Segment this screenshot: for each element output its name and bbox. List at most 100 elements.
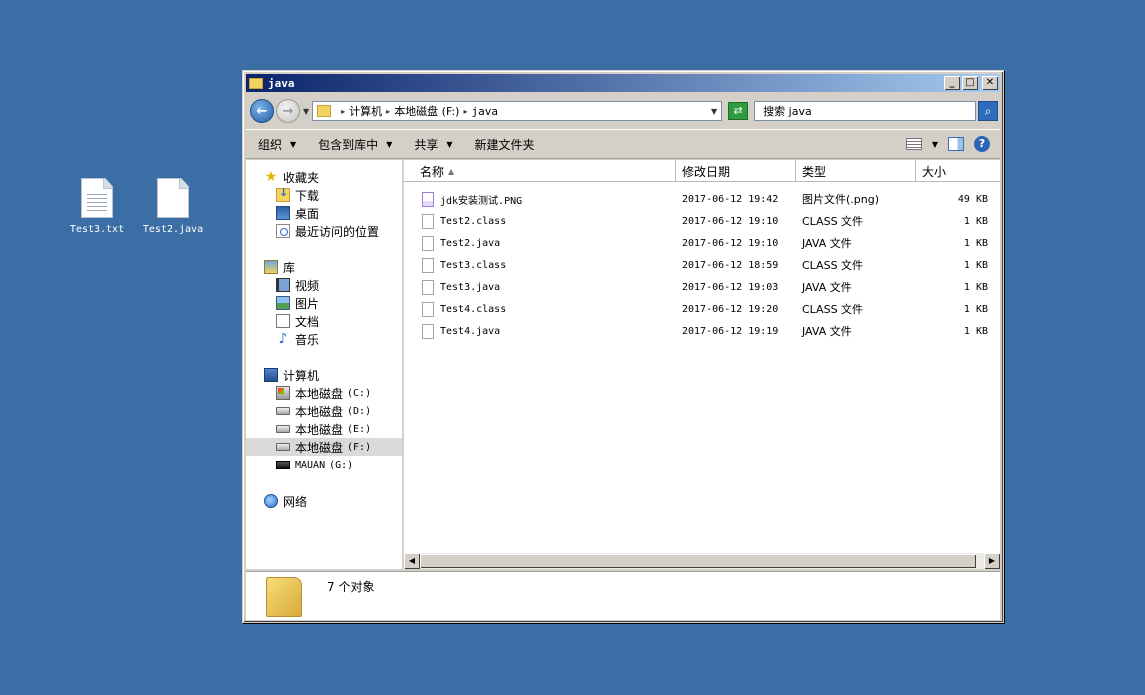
nav-network[interactable]: 网络	[246, 492, 402, 510]
file-icon	[422, 301, 434, 317]
file-row[interactable]: Test4.java 2017-06-12 19:19 JAVA 文件 1 KB	[404, 320, 1000, 342]
nav-drive-d[interactable]: 本地磁盘 (D:)	[246, 402, 402, 420]
share-menu[interactable]: 共享 ▼	[414, 136, 452, 153]
nav-pictures[interactable]: 图片	[246, 294, 402, 312]
refresh-button[interactable]: ⇄	[728, 102, 749, 120]
title-bar[interactable]: java _ □ ✕	[246, 74, 1000, 92]
downloads-folder-icon	[276, 186, 290, 202]
file-icon	[157, 178, 189, 218]
text-file-icon	[81, 178, 113, 218]
organize-menu[interactable]: 组织 ▼	[258, 136, 296, 153]
address-bar[interactable]: ▸ 计算机 ▸ 本地磁盘 (F:) ▸ java ▼	[312, 101, 723, 121]
horizontal-scrollbar[interactable]: ◀ ▶	[404, 553, 1000, 569]
nav-documents[interactable]: 文档	[246, 312, 402, 330]
nav-label: 本地磁盘	[295, 404, 344, 419]
breadcrumb-java[interactable]: java	[471, 105, 498, 118]
scroll-left-button[interactable]: ◀	[404, 553, 420, 569]
search-button[interactable]: ⌕	[978, 101, 999, 121]
file-name: Test2.class	[440, 215, 507, 227]
folder-icon	[317, 105, 332, 117]
nav-drive-f[interactable]: 本地磁盘 (F:)	[246, 438, 402, 456]
file-row[interactable]: Test2.class 2017-06-12 19:10 CLASS 文件 1 …	[404, 210, 1000, 232]
details-pane: 7 个对象	[246, 571, 1000, 620]
navigation-pane[interactable]: ★ 收藏夹 下载 桌面 最近访问的位置	[246, 160, 404, 569]
breadcrumb-computer[interactable]: 计算机	[349, 103, 382, 119]
file-row[interactable]: jdk安装测试.PNG 2017-06-12 19:42 图片文件(.png) …	[404, 188, 1000, 210]
chevron-down-icon: ▼	[386, 139, 393, 149]
column-header-date[interactable]: 修改日期	[676, 160, 796, 182]
close-button[interactable]: ✕	[982, 76, 998, 90]
address-dropdown-icon[interactable]: ▼	[711, 107, 717, 116]
maximize-button[interactable]: □	[962, 76, 978, 90]
nav-favorites[interactable]: ★ 收藏夹	[246, 168, 402, 186]
refresh-icon: ⇄	[733, 104, 743, 117]
nav-libraries[interactable]: 库	[246, 258, 402, 276]
breadcrumb-drive-f[interactable]: 本地磁盘 (F:)	[394, 103, 459, 119]
drive-icon	[276, 443, 290, 451]
column-header-name[interactable]: 名称 ▲	[404, 160, 676, 182]
star-icon: ★	[264, 169, 278, 185]
column-header-size[interactable]: 大小	[916, 160, 998, 182]
chevron-right-icon[interactable]: ▸	[386, 107, 390, 116]
search-input[interactable]: 搜索 java	[754, 101, 977, 121]
column-header-type[interactable]: 类型	[796, 160, 916, 182]
nav-drive-g[interactable]: MAUAN (G:)	[246, 456, 402, 474]
help-icon[interactable]: ?	[974, 136, 990, 152]
nav-recent-places[interactable]: 最近访问的位置	[246, 222, 402, 240]
view-options-icon[interactable]	[905, 138, 922, 150]
drive-letter: (E:)	[347, 423, 372, 435]
file-row[interactable]: Test3.java 2017-06-12 19:03 JAVA 文件 1 KB	[404, 276, 1000, 298]
drive-letter: (F:)	[347, 441, 372, 453]
nav-computer[interactable]: 计算机	[246, 366, 402, 384]
nav-drive-e[interactable]: 本地磁盘 (E:)	[246, 420, 402, 438]
preview-pane-icon[interactable]	[948, 137, 964, 151]
file-list-pane[interactable]: 名称 ▲ 修改日期 类型 大小 jdk安装测试.PNG 2017-06-12 1…	[404, 160, 1000, 569]
system-drive-icon	[276, 386, 290, 400]
include-library-label: 包含到库中	[318, 137, 379, 152]
scroll-right-button[interactable]: ▶	[984, 553, 1000, 569]
new-folder-button[interactable]: 新建文件夹	[475, 136, 535, 153]
include-in-library-menu[interactable]: 包含到库中 ▼	[318, 136, 392, 153]
desktop-icon-test3-txt[interactable]: Test3.txt	[62, 178, 132, 235]
library-icon	[264, 260, 278, 274]
view-dropdown-icon[interactable]: ▼	[932, 140, 938, 149]
nav-label: 本地磁盘	[295, 386, 344, 401]
back-button[interactable]: ←	[250, 99, 274, 123]
file-name: jdk安装测试.PNG	[440, 195, 523, 207]
nav-label: 本地磁盘	[295, 422, 344, 437]
arrow-left-icon: ←	[256, 103, 268, 119]
picture-icon	[276, 296, 290, 310]
file-type: CLASS 文件	[802, 259, 864, 272]
nav-label: 文档	[295, 314, 320, 329]
nav-downloads[interactable]: 下载	[246, 186, 402, 204]
scroll-thumb[interactable]	[420, 554, 976, 568]
file-date: 2017-06-12 19:10	[682, 237, 779, 249]
chevron-right-icon[interactable]: ▸	[341, 107, 345, 116]
nav-label: 桌面	[295, 206, 320, 221]
file-icon	[422, 235, 434, 251]
file-row[interactable]: Test3.class 2017-06-12 18:59 CLASS 文件 1 …	[404, 254, 1000, 276]
nav-desktop[interactable]: 桌面	[246, 204, 402, 222]
file-type: 图片文件(.png)	[802, 193, 880, 206]
nav-videos[interactable]: 视频	[246, 276, 402, 294]
recent-pages-dropdown[interactable]: ▼	[303, 107, 309, 116]
nav-label: 本地磁盘	[295, 440, 344, 455]
file-row[interactable]: Test4.class 2017-06-12 19:20 CLASS 文件 1 …	[404, 298, 1000, 320]
drive-icon	[276, 425, 290, 433]
nav-label: 下载	[295, 188, 320, 203]
file-icon	[422, 257, 434, 273]
file-size: 1 KB	[963, 281, 988, 293]
nav-label: 音乐	[295, 332, 320, 347]
chevron-right-icon[interactable]: ▸	[463, 107, 467, 116]
file-list: jdk安装测试.PNG 2017-06-12 19:42 图片文件(.png) …	[404, 182, 1000, 342]
minimize-button[interactable]: _	[944, 76, 960, 90]
nav-music[interactable]: ♪ 音乐	[246, 330, 402, 348]
file-type: JAVA 文件	[802, 281, 852, 294]
file-row[interactable]: Test2.java 2017-06-12 19:10 JAVA 文件 1 KB	[404, 232, 1000, 254]
column-label: 名称	[420, 164, 445, 179]
nav-drive-c[interactable]: 本地磁盘 (C:)	[246, 384, 402, 402]
forward-button[interactable]: →	[276, 99, 300, 123]
content-area: ★ 收藏夹 下载 桌面 最近访问的位置	[246, 160, 1000, 569]
file-size: 1 KB	[963, 237, 988, 249]
desktop-icon-test2-java[interactable]: Test2.java	[138, 178, 208, 235]
